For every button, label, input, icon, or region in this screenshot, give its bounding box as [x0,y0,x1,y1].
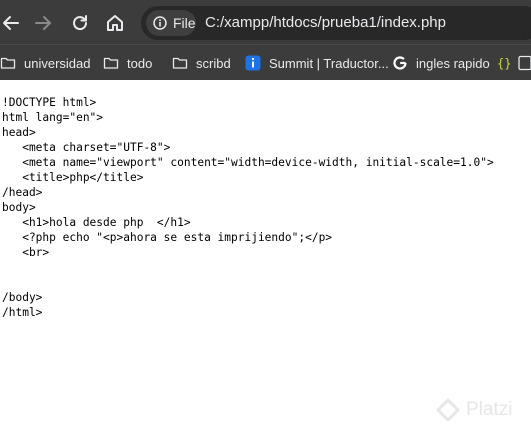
bookmark-todo[interactable]: todo [103,45,152,80]
source-line: /body> [2,291,43,304]
platzi-logo-icon [436,398,460,422]
source-line: <meta charset="UTF-8"> [2,141,171,154]
back-button[interactable] [0,12,22,34]
bookmark-universidad[interactable]: universidad [0,45,91,80]
home-icon [107,15,123,31]
svg-text:{}: {} [497,57,511,71]
source-line: html lang="en"> [2,111,104,124]
source-line: <h1>hola desde php </h1> [2,216,191,229]
platzi-watermark: Platzi [436,395,512,425]
arrow-right-icon [35,16,51,30]
bookmark-ingles-rapido[interactable]: ingles rapido [392,45,490,80]
bookmark-label: universidad [24,55,91,71]
source-line: /head> [2,186,43,199]
bookmark-label: scribd [196,55,231,71]
page-content: !DOCTYPE html> html lang="en"> head> <me… [0,80,531,431]
folder-icon [103,57,119,69]
arrow-left-icon [3,16,19,30]
bookmark-tu[interactable]: Tu [517,45,531,80]
bookmark-scribd[interactable]: scribd [172,45,231,80]
source-line: head> [2,126,36,139]
watermark-label: Platzi [466,399,513,420]
source-line: body> [2,201,36,214]
source-line: <br> [2,246,50,259]
site-info-chip[interactable]: File [146,10,196,36]
security-label: File [173,15,196,31]
url-text[interactable]: C:/xampp/htdocs/prueba1/index.php [205,14,446,31]
folder-icon [0,57,16,69]
bookmark-label: Summit | Traductor... [269,55,389,71]
source-line: !DOCTYPE html> [2,96,97,109]
source-line: <?php echo "<p>ahora se esta imprijiendo… [2,231,333,244]
reload-icon [73,15,88,31]
bookmarks-bar: universidad todo scribd Summit | Traduct… [0,44,531,80]
source-line: /html> [2,306,43,319]
site-favicon-i [245,55,261,71]
folder-icon [172,57,188,69]
document-icon [518,55,531,71]
google-g-icon [393,56,407,70]
address-bar[interactable]: File C:/xampp/htdocs/prueba1/index.php [141,6,531,40]
browser-toolbar: File C:/xampp/htdocs/prueba1/index.php [0,0,531,44]
curly-braces-icon: {} [497,57,511,71]
forward-button[interactable] [32,12,54,34]
home-button[interactable] [104,12,126,34]
bookmark-summit[interactable]: Summit | Traductor... [245,45,389,80]
source-line: <meta name="viewport" content="width=dev… [2,156,494,169]
bookmark-label: todo [127,55,153,71]
reload-button[interactable] [69,12,91,34]
info-icon [153,16,167,30]
bookmark-label: ingles rapido [416,55,490,71]
source-line: <title>php</title> [2,171,144,184]
